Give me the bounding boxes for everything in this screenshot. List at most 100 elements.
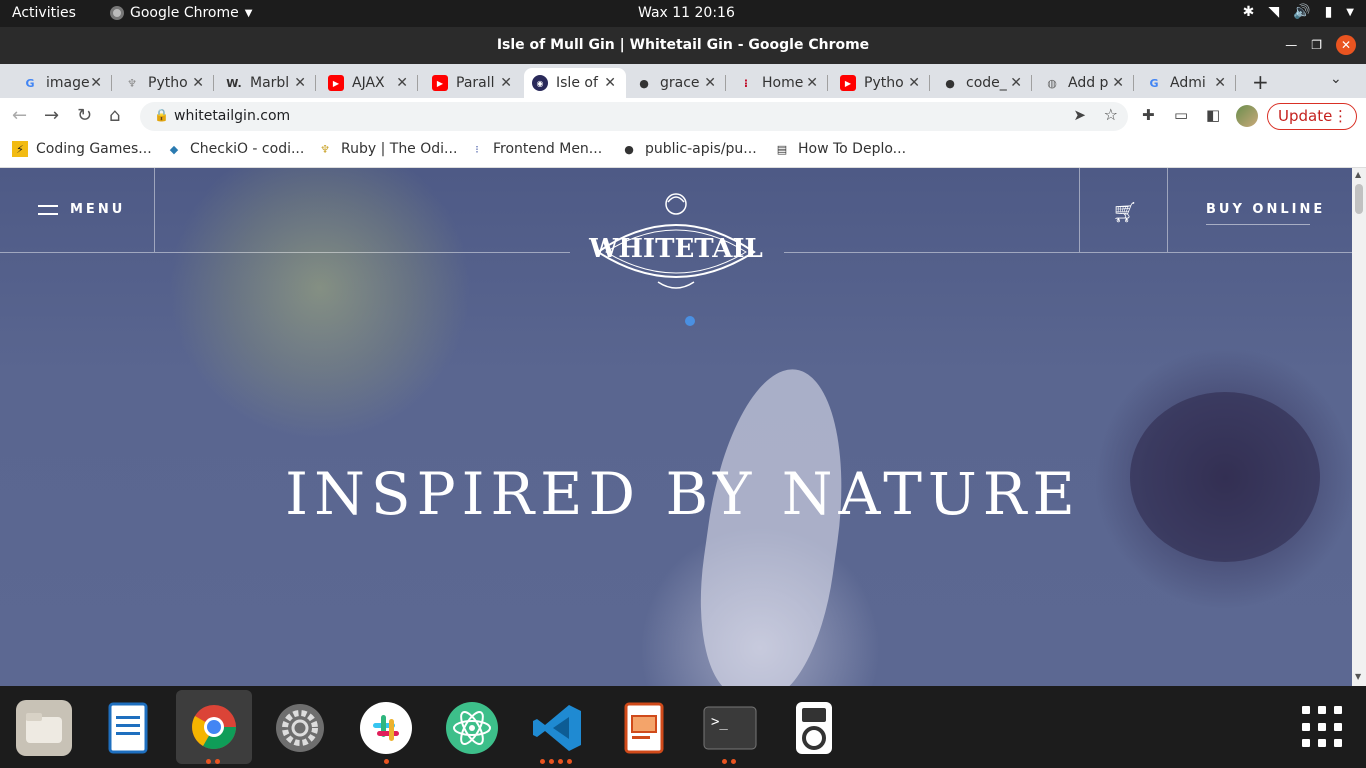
tab-active[interactable]: ◉ Isle of ✕ (524, 68, 626, 98)
atom-icon[interactable] (444, 700, 500, 756)
star-icon[interactable]: ☆ (1104, 105, 1118, 124)
address-bar[interactable]: 🔒 whitetailgin.com ➤ ☆ (140, 102, 1128, 131)
google-chrome-icon[interactable] (176, 690, 252, 764)
libreoffice-writer-icon[interactable] (100, 700, 156, 756)
close-tab-icon[interactable]: ✕ (806, 75, 818, 91)
libreoffice-impress-icon[interactable] (616, 700, 672, 756)
close-tab-icon[interactable]: ✕ (500, 75, 512, 91)
chevron-down-icon[interactable]: ⌄ (1330, 71, 1342, 87)
tab-label: Isle of (556, 75, 598, 91)
battery-icon[interactable]: ▮ (1325, 4, 1333, 20)
close-tab-icon[interactable]: ✕ (294, 75, 306, 91)
close-tab-icon[interactable]: ✕ (1214, 75, 1226, 91)
rhythmbox-icon[interactable] (786, 700, 842, 756)
update-button[interactable]: Update ⋮ (1267, 103, 1357, 130)
vscode-icon[interactable] (530, 700, 586, 756)
tab[interactable]: ♆ Pytho ✕ (116, 68, 214, 98)
header-divider-left (0, 252, 570, 253)
tab[interactable]: G Admi ✕ (1138, 68, 1236, 98)
dock: >_ (0, 686, 1366, 768)
bookmark-item[interactable]: ● public-apis/pu... (621, 141, 756, 157)
close-tab-icon[interactable]: ✕ (396, 75, 408, 91)
home-icon[interactable]: ⌂ (109, 105, 120, 126)
chevron-down-icon[interactable]: ▼ (1346, 7, 1354, 18)
bookmark-item[interactable]: ▤ How To Deplo... (774, 141, 906, 157)
whitetail-logo[interactable]: WHITETAIL (588, 190, 764, 296)
buy-online-link[interactable]: BUY ONLINE (1206, 202, 1325, 217)
close-tab-icon[interactable]: ✕ (1112, 75, 1124, 91)
whitetail-icon: ◉ (532, 75, 548, 91)
browser-toolbar: ← → ↻ ⌂ 🔒 whitetailgin.com ➤ ☆ ✚ ▭ ◧ Upd… (0, 98, 1366, 135)
terminal-icon[interactable]: >_ (702, 700, 758, 756)
running-indicator (540, 759, 572, 765)
scroll-up-icon[interactable]: ▲ (1355, 170, 1361, 179)
show-applications-icon[interactable] (1302, 706, 1344, 748)
close-tab-icon[interactable]: ✕ (908, 75, 920, 91)
header-divider (1079, 168, 1080, 252)
youtube-icon: ▶ (432, 75, 448, 91)
tab[interactable]: ▶ Pytho ✕ (832, 68, 930, 98)
close-icon[interactable]: ✕ (1336, 35, 1356, 55)
scroll-down-icon[interactable]: ▼ (1355, 672, 1361, 681)
send-icon[interactable]: ➤ (1073, 106, 1086, 124)
activities-button[interactable]: Activities (12, 5, 76, 21)
menu-button[interactable]: MENU (38, 202, 125, 217)
new-tab-icon[interactable]: + (1252, 70, 1269, 94)
tab[interactable]: ⁝ Home ✕ (730, 68, 828, 98)
tab[interactable]: ▶ Parall ✕ (424, 68, 522, 98)
tab[interactable]: ▶ AJAX ✕ (320, 68, 418, 98)
volume-icon[interactable]: 🔊 (1293, 4, 1310, 20)
maximize-icon[interactable]: ❐ (1311, 38, 1322, 52)
tab[interactable]: W. Marbl ✕ (218, 68, 316, 98)
scrollbar-thumb[interactable] (1355, 184, 1363, 214)
chrome-icon (110, 6, 124, 20)
github-icon: ● (945, 76, 955, 90)
tab[interactable]: ● code_ ✕ (934, 68, 1032, 98)
tab-label: Admi (1170, 75, 1206, 91)
close-tab-icon[interactable]: ✕ (192, 75, 204, 91)
close-tab-icon[interactable]: ✕ (90, 75, 102, 91)
extensions-icon[interactable]: ✚ (1142, 106, 1155, 124)
tab[interactable]: G image ✕ (14, 68, 112, 98)
tab-label: AJAX (352, 75, 385, 91)
tab-label: Pytho (864, 75, 904, 91)
bookmark-item[interactable]: ◆ CheckiO - codi... (166, 141, 305, 157)
page-scrollbar[interactable]: ▲ ▼ (1352, 168, 1366, 686)
files-icon[interactable] (16, 700, 72, 756)
tab[interactable]: ● grace ✕ (628, 68, 726, 98)
forward-icon[interactable]: → (44, 105, 59, 126)
reload-icon[interactable]: ↻ (77, 105, 92, 126)
app-menu[interactable]: Google Chrome ▼ (110, 5, 252, 21)
bookmark-item[interactable]: ♆ Ruby | The Odi... (317, 141, 457, 157)
palm-icon: ♆ (127, 76, 137, 90)
terminal-window-icon: >_ (703, 706, 757, 750)
cart-icon[interactable]: 🛒︎ (1112, 200, 1137, 224)
slack-icon[interactable] (358, 700, 414, 756)
close-tab-icon[interactable]: ✕ (704, 75, 716, 91)
github-icon: ● (639, 76, 649, 90)
lock-icon[interactable]: 🔒 (154, 108, 169, 122)
settings-icon[interactable] (272, 700, 328, 756)
cast-icon[interactable]: ▭ (1174, 106, 1188, 124)
bookmark-item[interactable]: ⚡ Coding Games... (12, 141, 152, 157)
codingame-icon: ⚡ (12, 141, 28, 157)
url-text[interactable]: whitetailgin.com (174, 108, 290, 124)
wifi-icon[interactable]: ◥ (1268, 4, 1279, 20)
github-icon: ● (624, 142, 634, 156)
side-panel-icon[interactable]: ◧ (1206, 106, 1220, 124)
tab[interactable]: ◍ Add p ✕ (1036, 68, 1134, 98)
slack-tray-icon[interactable]: ✱ (1243, 4, 1255, 20)
tab-label: Home (762, 75, 804, 91)
clock[interactable]: Wax 11 20:16 (638, 5, 735, 21)
folder-icon (26, 713, 62, 743)
minimize-icon[interactable]: — (1285, 38, 1297, 52)
buy-online-underline (1206, 224, 1310, 225)
system-tray[interactable]: ✱ ◥ 🔊 ▮ ▼ (1243, 4, 1354, 20)
back-icon[interactable]: ← (12, 105, 27, 126)
close-tab-icon[interactable]: ✕ (604, 75, 616, 91)
bookmark-item[interactable]: ⁝ Frontend Men... (469, 141, 602, 157)
header-divider-right (784, 252, 1352, 253)
avatar[interactable] (1236, 105, 1258, 127)
odin-icon: ♆ (320, 142, 330, 156)
close-tab-icon[interactable]: ✕ (1010, 75, 1022, 91)
